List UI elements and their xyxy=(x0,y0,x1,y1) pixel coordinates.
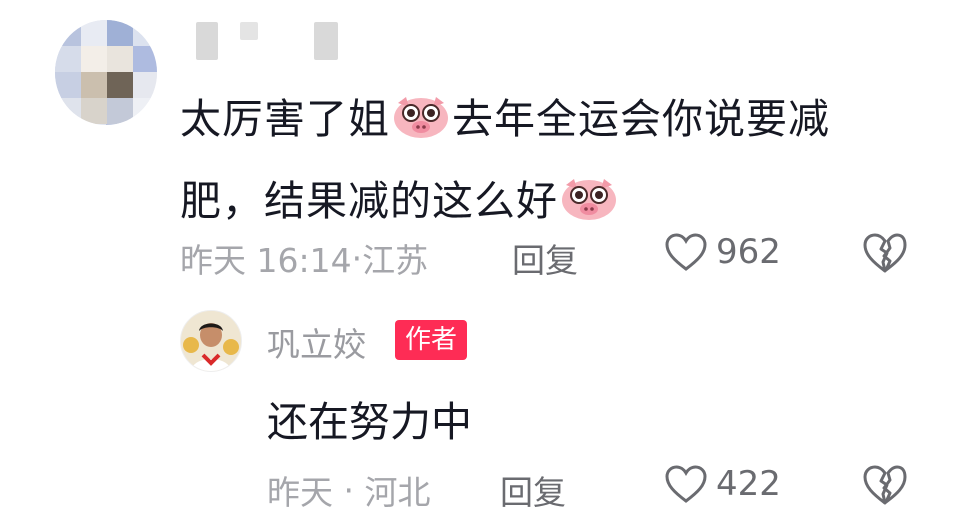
author-avatar[interactable] xyxy=(180,310,242,372)
reply-location: 河北 xyxy=(364,473,431,512)
comment-text: 太厉害了姐 去年全运会你说要减肥，结果减的这么好 xyxy=(180,78,900,242)
heart-icon xyxy=(665,233,707,271)
reply-time: 昨天 xyxy=(267,473,333,512)
meta-separator: · xyxy=(333,470,365,510)
heart-icon xyxy=(665,465,707,503)
commenter-avatar[interactable] xyxy=(55,20,157,125)
comment-like-count: 962 xyxy=(716,232,781,272)
comment-time: 昨天 16:14 xyxy=(180,241,352,280)
reply-text: 还在努力中 xyxy=(267,398,472,446)
pig-face-emoji-icon xyxy=(560,175,618,221)
comment-like-button[interactable]: 962 xyxy=(664,232,781,272)
author-name[interactable]: 巩立姣 xyxy=(267,318,366,366)
comment-dislike-button[interactable] xyxy=(862,232,908,274)
comment-text-part1: 太厉害了姐 xyxy=(180,95,390,143)
comment-meta: 昨天 16:14 · 江苏 xyxy=(180,234,428,282)
broken-heart-icon xyxy=(863,233,907,273)
reply-like-button[interactable]: 422 xyxy=(664,464,781,504)
reply-meta: 昨天 · 河北 xyxy=(267,466,430,514)
reply-like-count: 422 xyxy=(716,464,781,504)
broken-heart-icon xyxy=(863,465,907,505)
comment-location: 江苏 xyxy=(362,241,429,280)
author-badge: 作者 xyxy=(395,320,468,360)
pig-face-emoji-icon xyxy=(392,93,450,139)
commenter-username-blurred[interactable] xyxy=(196,22,346,62)
meta-separator: · xyxy=(351,238,363,278)
comment-reply-button[interactable]: 回复 xyxy=(512,234,578,282)
reply-dislike-button[interactable] xyxy=(862,464,908,506)
reply-reply-button[interactable]: 回复 xyxy=(500,466,566,514)
